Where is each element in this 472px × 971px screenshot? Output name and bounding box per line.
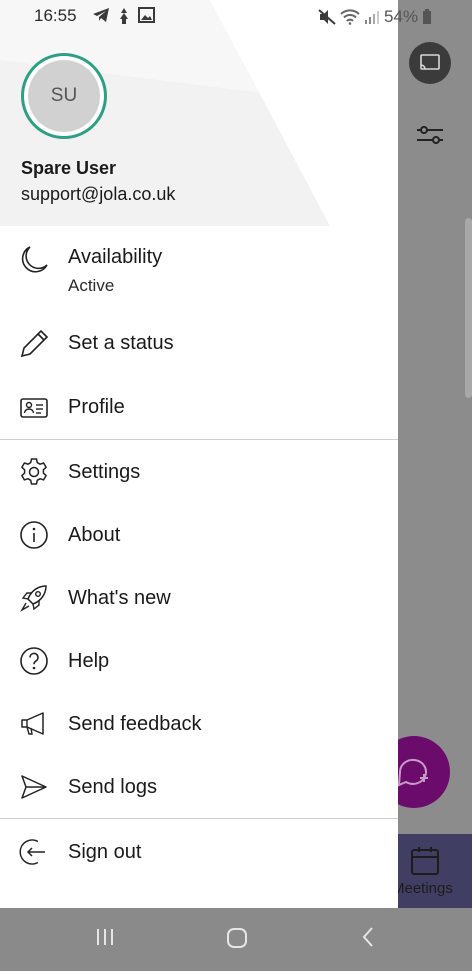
cast-icon: [420, 54, 440, 70]
status-time: 16:55: [34, 6, 77, 25]
profile-card-icon: [20, 398, 48, 418]
filter-icon[interactable]: [416, 124, 444, 146]
notification-icons: [92, 7, 155, 25]
system-navigation-bar: [0, 908, 472, 971]
bottom-nav-label: Meetings: [392, 880, 453, 897]
divider: [0, 818, 398, 819]
wifi-icon: [340, 9, 360, 25]
megaphone-icon: [21, 712, 44, 735]
signal-icon: [365, 11, 379, 24]
info-icon: [20, 521, 48, 549]
divider: [0, 439, 398, 440]
menu-item-availability[interactable]: Availability Active: [0, 240, 398, 306]
bottom-nav-meetings[interactable]: Meetings: [392, 834, 472, 908]
availability-label: Availability: [68, 246, 163, 268]
moon-icon: [21, 246, 48, 273]
drawer-header: SU Spare User support@jola.co.uk: [0, 0, 398, 226]
gear-icon: [21, 458, 47, 485]
profile-label: Profile: [68, 396, 125, 418]
cast-button[interactable]: [409, 42, 451, 84]
menu-item-send-feedback[interactable]: Send feedback: [0, 693, 398, 755]
menu-item-whats-new[interactable]: What's new: [0, 567, 398, 629]
app-notification-icon: [120, 8, 128, 24]
telegram-icon: [93, 8, 109, 22]
menu-item-set-status[interactable]: Set a status: [0, 312, 398, 374]
menu-item-sign-out[interactable]: Sign out: [0, 821, 398, 883]
menu-item-help[interactable]: Help: [0, 630, 398, 692]
settings-label: Settings: [68, 461, 141, 483]
avatar-ring[interactable]: SU: [21, 53, 107, 139]
battery-icon: [423, 9, 432, 24]
set-status-label: Set a status: [68, 332, 174, 354]
navigation-drawer: SU Spare User support@jola.co.uk Availab…: [0, 0, 398, 908]
send-feedback-label: Send feedback: [68, 713, 202, 735]
menu-item-send-logs[interactable]: Send logs: [0, 756, 398, 818]
new-chat-icon: [397, 758, 428, 787]
availability-value: Active: [68, 276, 115, 295]
battery-percent: 54%: [384, 7, 419, 26]
send-icon: [21, 775, 47, 799]
rocket-icon: [20, 585, 47, 612]
back-icon[interactable]: [358, 926, 378, 948]
send-logs-label: Send logs: [68, 776, 157, 798]
sign-out-icon: [19, 839, 45, 865]
about-label: About: [68, 524, 121, 546]
menu-item-settings[interactable]: Settings: [0, 441, 398, 503]
menu-item-profile[interactable]: Profile: [0, 376, 398, 438]
status-bar: 16:55 54%: [0, 0, 472, 32]
user-name: Spare User: [21, 158, 117, 178]
calendar-icon: [411, 847, 439, 875]
recent-apps-icon[interactable]: [94, 926, 116, 948]
avatar: SU: [28, 60, 100, 132]
question-icon: [20, 647, 48, 675]
user-email: support@jola.co.uk: [21, 184, 176, 204]
whats-new-label: What's new: [68, 587, 171, 609]
system-icons: 54%: [318, 7, 432, 27]
sign-out-label: Sign out: [68, 841, 142, 863]
mute-icon: [318, 9, 336, 25]
home-icon[interactable]: [225, 926, 249, 950]
pencil-icon: [20, 329, 49, 358]
scrollbar: [465, 218, 472, 398]
menu-item-about[interactable]: About: [0, 504, 398, 566]
image-icon: [138, 7, 155, 23]
help-label: Help: [68, 650, 110, 672]
